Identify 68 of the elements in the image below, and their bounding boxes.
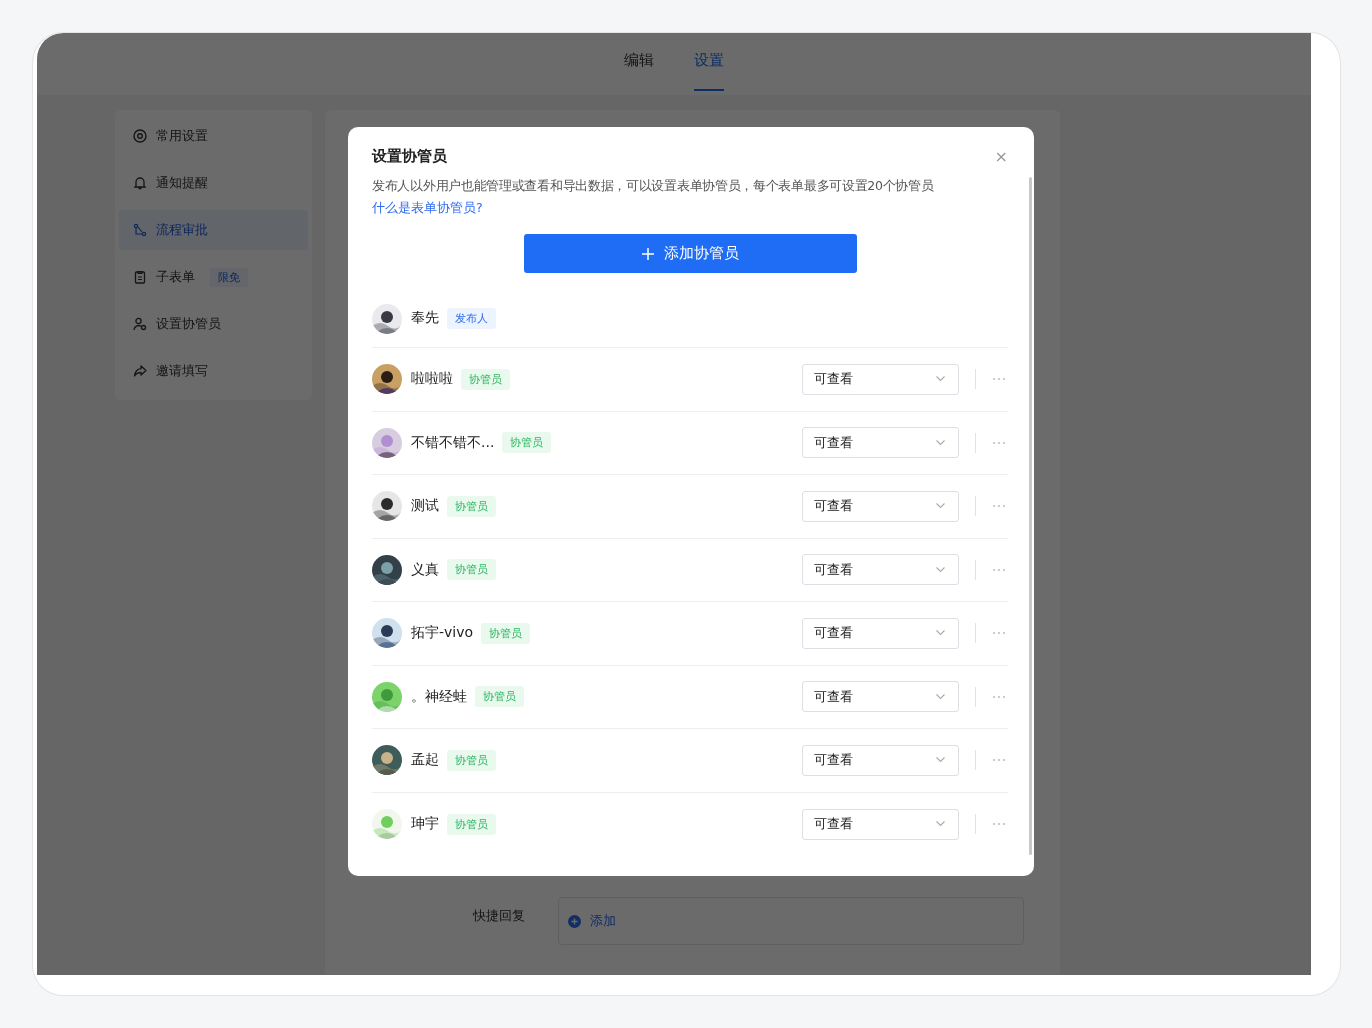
- chevron-down-icon: [936, 757, 945, 764]
- sidebar-item[interactable]: 流程审批: [119, 210, 308, 250]
- permission-select[interactable]: 可查看: [802, 427, 959, 459]
- dialog-title: 设置协管员: [372, 147, 447, 166]
- role-tag: 协管员: [502, 432, 552, 454]
- field-label: 快捷回复: [473, 907, 525, 925]
- member-name: 啦啦啦: [411, 370, 453, 389]
- clipboard-icon: [133, 270, 147, 284]
- permission-select[interactable]: 可查看: [802, 490, 959, 522]
- permission-select[interactable]: 可查看: [802, 808, 959, 840]
- add-link[interactable]: 添加: [590, 912, 616, 930]
- share-icon: [133, 364, 147, 378]
- sidebar-item[interactable]: 邀请填写: [119, 351, 308, 391]
- plus-circle-icon: [568, 914, 581, 928]
- role-tag: 协管员: [481, 622, 531, 644]
- flow-icon: [133, 223, 147, 237]
- role-tag: 协管员: [461, 368, 510, 390]
- free-badge: 限免: [210, 267, 248, 287]
- permission-select[interactable]: 可查看: [802, 744, 959, 776]
- chevron-down-icon: [936, 821, 945, 828]
- member-name: 拓宇-vivo: [411, 624, 474, 643]
- member-name: 孟起: [411, 751, 439, 770]
- tab[interactable]: 设置: [694, 33, 724, 91]
- more-icon[interactable]: [992, 567, 1006, 572]
- user-gear-icon: [133, 317, 147, 331]
- permission-select[interactable]: 可查看: [802, 363, 959, 395]
- chevron-down-icon: [936, 439, 945, 446]
- member-name: 测试: [411, 497, 439, 516]
- member-name: 珅宇: [411, 815, 439, 834]
- bell-icon: [133, 176, 147, 190]
- role-tag: 协管员: [447, 559, 496, 581]
- permission-select[interactable]: 可查看: [802, 617, 959, 649]
- settings-icon: [133, 129, 147, 143]
- close-button[interactable]: ×: [994, 147, 1008, 166]
- chevron-down-icon: [936, 503, 945, 510]
- chevron-down-icon: [936, 566, 945, 573]
- plus-icon: [641, 247, 654, 260]
- role-tag: 协管员: [475, 686, 524, 708]
- chevron-down-icon: [936, 630, 945, 637]
- member-name: 奉先: [411, 309, 439, 327]
- more-icon[interactable]: [992, 822, 1006, 827]
- member-name: 。神经蛙: [411, 687, 467, 706]
- sidebar-item[interactable]: 常用设置: [119, 116, 308, 156]
- permission-select[interactable]: 可查看: [802, 554, 959, 586]
- member-name: 义真: [411, 560, 439, 579]
- role-tag: 发布人: [447, 308, 496, 329]
- permission-select[interactable]: 可查看: [802, 681, 959, 713]
- sidebar-item[interactable]: 设置协管员: [119, 304, 308, 344]
- description: 发布人以外用户也能管理或查看和导出数据，可以设置表单协管员，每个表单最多可设置20个协管员: [372, 178, 935, 195]
- more-icon[interactable]: [992, 758, 1006, 763]
- more-icon[interactable]: [992, 631, 1006, 636]
- tab[interactable]: 编辑: [624, 33, 654, 91]
- sidebar-item[interactable]: 子表单 限免: [119, 257, 308, 297]
- more-icon[interactable]: [992, 440, 1006, 445]
- chevron-down-icon: [936, 376, 945, 383]
- scrollbar[interactable]: [1029, 177, 1032, 855]
- sidebar-item[interactable]: 通知提醒: [119, 163, 308, 203]
- help-link[interactable]: 什么是表单协管员?: [372, 200, 483, 217]
- role-tag: 协管员: [447, 495, 496, 517]
- more-icon[interactable]: [992, 377, 1006, 382]
- add-admin-button[interactable]: 添加协管员: [523, 234, 857, 273]
- member-name: 不错不错不...: [411, 433, 495, 452]
- chevron-down-icon: [936, 693, 945, 700]
- quick-reply-field[interactable]: 添加: [558, 897, 1024, 945]
- role-tag: 协管员: [447, 813, 496, 835]
- role-tag: 协管员: [447, 749, 496, 771]
- more-icon[interactable]: [992, 504, 1006, 509]
- more-icon[interactable]: [992, 694, 1006, 699]
